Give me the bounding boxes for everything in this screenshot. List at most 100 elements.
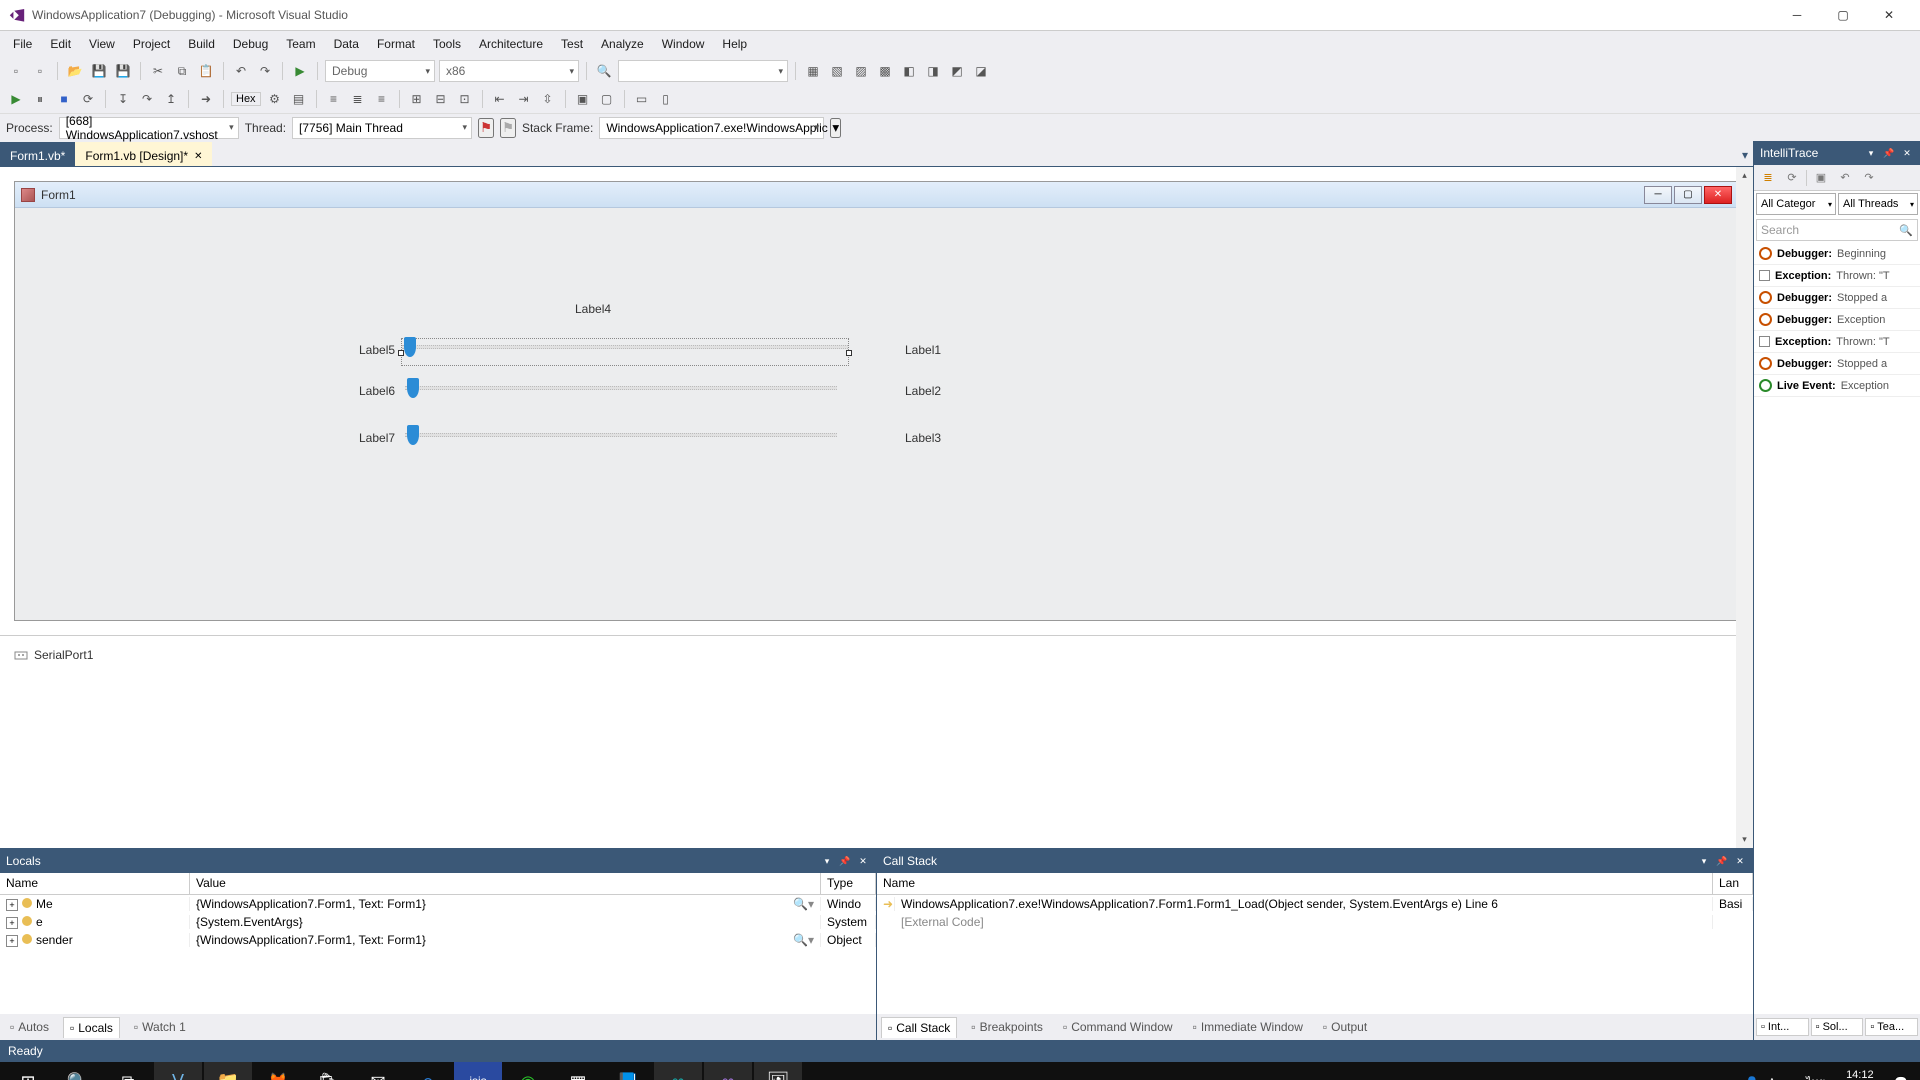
thread-combo[interactable]: [7756] Main Thread: [292, 117, 472, 139]
panel-dropdown-icon[interactable]: ▾: [1697, 854, 1711, 868]
continue-icon[interactable]: ▶: [6, 89, 26, 109]
callstack-grid[interactable]: ➜WindowsApplication7.exe!WindowsApplicat…: [877, 895, 1753, 1014]
task-photos-icon[interactable]: 🖼: [754, 1062, 802, 1080]
tray-notifications-icon[interactable]: 💬: [1894, 1076, 1908, 1080]
trackbar1-selected[interactable]: [401, 338, 849, 366]
tray-clock[interactable]: 14:12 15/9/2562: [1835, 1069, 1884, 1080]
align-right-icon[interactable]: ≡: [372, 89, 392, 109]
panel-close-icon[interactable]: ✕: [856, 854, 870, 868]
panel-pin-icon[interactable]: 📌: [1882, 146, 1896, 160]
bottom-tab-locals[interactable]: ▫Locals: [63, 1017, 120, 1038]
step-into-icon[interactable]: ↧: [113, 89, 133, 109]
serialport-item[interactable]: SerialPort1: [34, 648, 93, 662]
locals-grid[interactable]: +Me{WindowsApplication7.Form1, Text: For…: [0, 895, 876, 1014]
ite-refresh-icon[interactable]: ⟳: [1782, 168, 1802, 188]
tab-overflow-icon[interactable]: ▾: [1737, 144, 1753, 166]
ite-event[interactable]: Debugger: Beginning: [1754, 243, 1920, 265]
menu-debug[interactable]: Debug: [224, 33, 277, 55]
label3[interactable]: Label3: [905, 431, 941, 445]
task-firefox-icon[interactable]: 🦊: [254, 1062, 302, 1080]
order-back-icon[interactable]: ▢: [597, 89, 617, 109]
bottom-tab-call-stack[interactable]: ▫Call Stack: [881, 1017, 957, 1038]
bottom-tab-watch-1[interactable]: ▫Watch 1: [128, 1017, 192, 1037]
menu-data[interactable]: Data: [325, 33, 368, 55]
menu-test[interactable]: Test: [552, 33, 592, 55]
task-mail-icon[interactable]: ✉: [354, 1062, 402, 1080]
task-line-icon[interactable]: ◉: [504, 1062, 552, 1080]
panel-close-icon[interactable]: ✕: [1733, 854, 1747, 868]
ite-thread-filter[interactable]: All Threads: [1838, 193, 1918, 215]
find-icon[interactable]: 🔍: [594, 61, 614, 81]
step-out-icon[interactable]: ↥: [161, 89, 181, 109]
task-notes-icon[interactable]: 📘: [604, 1062, 652, 1080]
tb-icon-d[interactable]: ▩: [875, 61, 895, 81]
cut-icon[interactable]: ✂: [148, 61, 168, 81]
ite-event[interactable]: Debugger: Stopped a: [1754, 287, 1920, 309]
task-app-v[interactable]: V: [154, 1062, 202, 1080]
bottom-tab-autos[interactable]: ▫Autos: [4, 1017, 55, 1037]
tab-close-icon[interactable]: ✕: [194, 151, 202, 162]
scroll-down-icon[interactable]: ▾: [1736, 831, 1753, 848]
locals-row[interactable]: +e{System.EventArgs}System: [0, 913, 876, 931]
task-store-icon[interactable]: 🛍: [304, 1062, 352, 1080]
trackbar2[interactable]: [405, 380, 837, 404]
undo-icon[interactable]: ↶: [231, 61, 251, 81]
spacing-icon-2[interactable]: ⇥: [514, 89, 534, 109]
process-combo[interactable]: [668] WindowsApplication7.vshost: [59, 117, 239, 139]
tb-icon-a[interactable]: ▦: [803, 61, 823, 81]
ite-back-icon[interactable]: ↶: [1835, 168, 1855, 188]
expand-icon[interactable]: +: [6, 917, 18, 929]
close-button[interactable]: ✕: [1866, 0, 1912, 30]
tb-icon-g[interactable]: ◩: [947, 61, 967, 81]
platform-combo[interactable]: x86: [439, 60, 579, 82]
thread-flag-icon[interactable]: ⚑: [478, 118, 494, 138]
start-button[interactable]: ⊞: [4, 1062, 52, 1080]
form-maximize-button[interactable]: ▢: [1674, 186, 1702, 204]
col-name[interactable]: Name: [877, 873, 1713, 894]
stop-icon[interactable]: ■: [54, 89, 74, 109]
col-lang[interactable]: Lan: [1713, 873, 1753, 894]
dock-icon-2[interactable]: ▯: [656, 89, 676, 109]
menu-build[interactable]: Build: [179, 33, 224, 55]
label2[interactable]: Label2: [905, 384, 941, 398]
order-front-icon[interactable]: ▣: [573, 89, 593, 109]
menu-architecture[interactable]: Architecture: [470, 33, 552, 55]
label7[interactable]: Label7: [359, 431, 395, 445]
col-type[interactable]: Type: [821, 873, 876, 894]
layout-icon-3[interactable]: ⊡: [455, 89, 475, 109]
open-icon[interactable]: 📂: [65, 61, 85, 81]
save-all-icon[interactable]: 💾: [113, 61, 133, 81]
col-value[interactable]: Value: [190, 873, 821, 894]
form-close-button[interactable]: ✕: [1704, 186, 1732, 204]
tb-icon-f[interactable]: ◨: [923, 61, 943, 81]
ite-event[interactable]: Exception: Thrown: "T: [1754, 331, 1920, 353]
step-over-icon[interactable]: ↷: [137, 89, 157, 109]
layout-icon-2[interactable]: ⊟: [431, 89, 451, 109]
ite-category-filter[interactable]: All Categor: [1756, 193, 1836, 215]
pause-icon[interactable]: ⏸: [30, 89, 50, 109]
tool-tab[interactable]: ▫Sol...: [1811, 1018, 1864, 1036]
component-tray[interactable]: SerialPort1: [0, 635, 1753, 673]
task-grid-icon[interactable]: ▦: [554, 1062, 602, 1080]
task-explorer-icon[interactable]: 📁: [204, 1062, 252, 1080]
col-name[interactable]: Name: [0, 873, 190, 894]
tray-lang[interactable]: ไทย: [1806, 1073, 1825, 1080]
menu-project[interactable]: Project: [124, 33, 179, 55]
bottom-tab-output[interactable]: ▫Output: [1317, 1017, 1373, 1037]
save-icon[interactable]: 💾: [89, 61, 109, 81]
tab-form1-code[interactable]: Form1.vb*: [0, 142, 75, 166]
form-body[interactable]: Label4 Label5 Label1 Label6 Label2 Label…: [15, 208, 1738, 620]
dbg-misc-1[interactable]: ⚙: [265, 89, 285, 109]
tray-battery-icon[interactable]: ▬: [1785, 1076, 1796, 1080]
hex-toggle[interactable]: Hex: [231, 92, 261, 106]
locals-header[interactable]: Locals ▾ 📌 ✕: [0, 849, 876, 873]
menu-format[interactable]: Format: [368, 33, 424, 55]
minimize-button[interactable]: ─: [1774, 0, 1820, 30]
ite-event[interactable]: Debugger: Exception: [1754, 309, 1920, 331]
locals-row[interactable]: +Me{WindowsApplication7.Form1, Text: For…: [0, 895, 876, 913]
form-minimize-button[interactable]: ─: [1644, 186, 1672, 204]
bottom-tab-breakpoints[interactable]: ▫Breakpoints: [965, 1017, 1049, 1037]
tb-icon-b[interactable]: ▧: [827, 61, 847, 81]
callstack-row[interactable]: [External Code]: [877, 913, 1753, 931]
paste-icon[interactable]: 📋: [196, 61, 216, 81]
